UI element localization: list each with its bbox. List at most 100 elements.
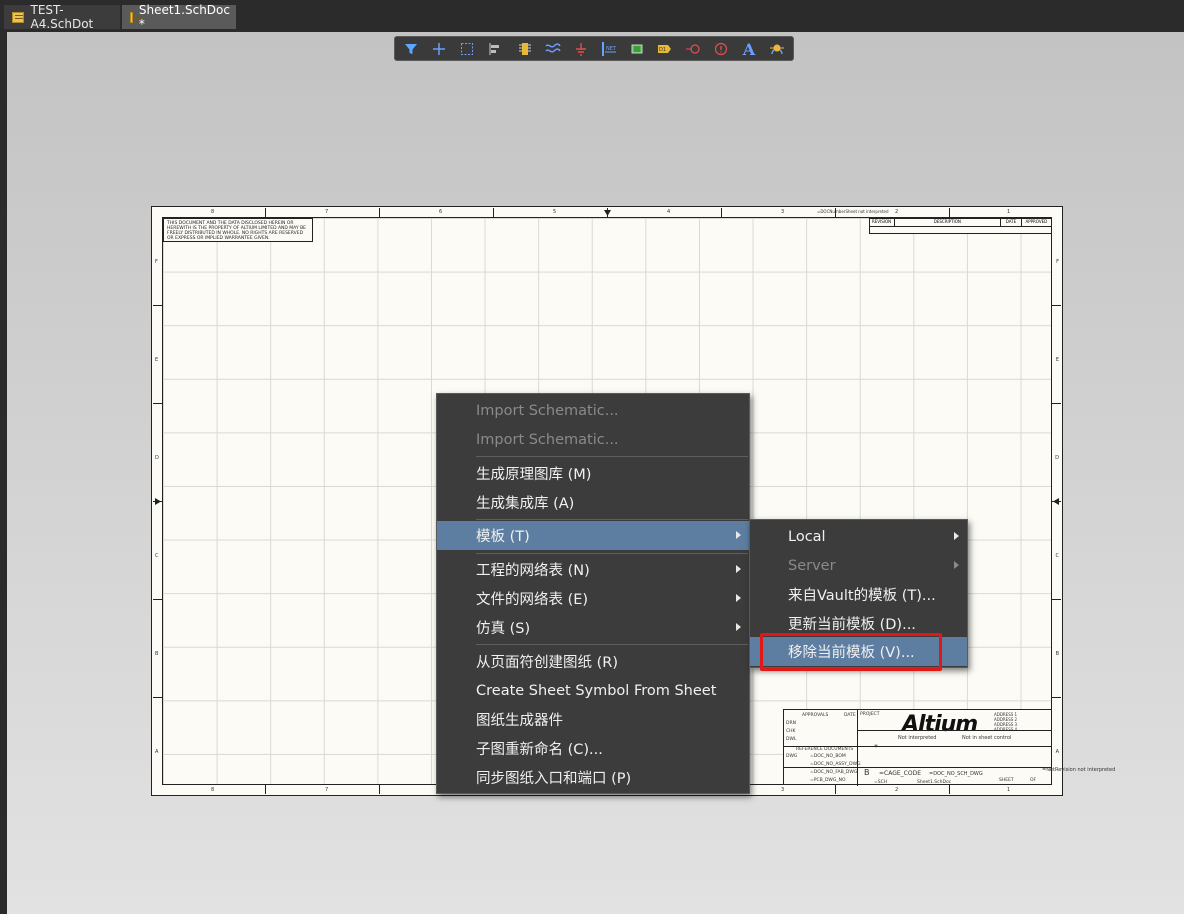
zone-label: A [1055, 749, 1059, 755]
date-header: DATE [844, 713, 856, 718]
place-part-icon[interactable] [515, 40, 535, 58]
zone-label: A [155, 749, 159, 755]
tab-label: Sheet1.SchDoc * [138, 3, 230, 31]
zone-label: 4 [667, 209, 671, 215]
menu-item-create-sheet-symbol[interactable]: Create Sheet Symbol From Sheet [437, 676, 749, 705]
text-icon[interactable]: A [739, 40, 759, 59]
zone-label: F [1056, 259, 1059, 265]
rev-col: APPROVED [1025, 219, 1048, 224]
rev-col: REVISION [870, 219, 895, 226]
menu-item-simulate[interactable]: 仿真 (S) [437, 613, 749, 642]
submenu-arrow-icon [736, 623, 741, 631]
center-marker-icon [155, 498, 161, 505]
submenu-item-vault-template[interactable]: 来自Vault的模板 (T)... [750, 580, 967, 609]
net-revision-param: =NetRevision not interpreted [1042, 767, 1116, 773]
zone-label: 8 [211, 209, 215, 215]
submenu-arrow-icon [736, 594, 741, 602]
menu-item-import-schematic-2[interactable]: Import Schematic... [437, 425, 749, 454]
rev-col: DATE [1001, 219, 1022, 226]
context-menu: Import Schematic... Import Schematic... … [436, 393, 750, 794]
tb-row-label: DRN [786, 721, 796, 726]
cage-param: =CAGE_CODE [879, 770, 921, 777]
menu-item-rename-child-sheet[interactable]: 子图重新命名 (C)... [437, 734, 749, 763]
select-rectangle-icon[interactable] [457, 40, 477, 58]
place-net-label-icon[interactable] [767, 39, 787, 57]
power-port-icon[interactable] [571, 40, 591, 58]
zone-label: 6 [439, 209, 443, 215]
center-marker-icon [1053, 498, 1059, 505]
active-bar-toolbar: NET D1 A [394, 36, 794, 61]
zone-label: 2 [895, 209, 899, 215]
zone-label: 7 [325, 787, 329, 793]
directive-icon[interactable] [711, 40, 731, 58]
doc-number-param: =DOCNumberSheet not interpreted [817, 209, 889, 214]
submenu-arrow-icon [736, 531, 741, 539]
menu-item-import-schematic[interactable]: Import Schematic... [437, 396, 749, 425]
svg-text:NET: NET [606, 46, 617, 52]
menu-item-sync-sheet-entries[interactable]: 同步图纸入口和端口 (P) [437, 763, 749, 792]
tab-test-a4-schdot[interactable]: TEST-A4.SchDot [4, 3, 120, 31]
title-value: * [874, 743, 878, 752]
menu-item-create-sheet-from-symbol[interactable]: 从页面符创建图纸 (R) [437, 647, 749, 676]
reference-docs: REFERENCE DOCUMENTS [796, 747, 854, 752]
zone-label: B [1055, 651, 1059, 657]
parameter-icon[interactable] [683, 40, 703, 58]
zone-label: 2 [895, 787, 899, 793]
tb-row-label: DWG [786, 754, 798, 759]
altium-logo: Altium [902, 712, 978, 737]
submenu-arrow-icon [954, 532, 959, 540]
zone-label: 7 [325, 209, 329, 215]
sheet-label: SHEET [999, 778, 1014, 783]
menu-item-sheet-to-component[interactable]: 图纸生成器件 [437, 705, 749, 734]
zone-label: B [155, 651, 159, 657]
tb-row-label: DWL [786, 737, 797, 742]
zone-label: D [155, 455, 159, 461]
zone-label: 8 [211, 787, 215, 793]
tab-sheet1-schdoc[interactable]: Sheet1.SchDoc * [122, 3, 236, 31]
highlight-annotation-box [760, 633, 942, 671]
project-label: PROJECT [860, 712, 880, 717]
zone-label: C [155, 553, 159, 559]
submenu-item-local[interactable]: Local [750, 522, 967, 551]
zone-label: 3 [781, 787, 785, 793]
schematic-doc-icon [130, 11, 141, 23]
place-bus-icon[interactable] [543, 40, 563, 58]
zone-label: F [155, 259, 158, 265]
bom-param: =DOC_NO_BOM [810, 754, 846, 759]
filter-icon[interactable] [401, 40, 421, 58]
menu-item-templates[interactable]: 模板 (T) [437, 521, 749, 550]
harness-icon[interactable]: NET [599, 40, 619, 58]
sheet-symbol-icon[interactable] [627, 40, 647, 58]
submenu-item-server[interactable]: Server [750, 551, 967, 580]
schematic-doc-icon [12, 11, 25, 23]
menu-item-make-schematic-library[interactable]: 生成原理图库 (M) [437, 459, 749, 488]
zone-label: 1 [1007, 209, 1011, 215]
scale-param: =SCH [874, 780, 888, 785]
document-tab-bar: TEST-A4.SchDot Sheet1.SchDoc * [0, 0, 1184, 32]
zone-label: 5 [553, 209, 557, 215]
submenu-arrow-icon [736, 565, 741, 573]
pcb-param: =PCB_DWG_NO [810, 778, 846, 783]
zone-label: 3 [781, 209, 785, 215]
menu-item-document-netlist[interactable]: 文件的网络表 (E) [437, 584, 749, 613]
menu-item-project-netlist[interactable]: 工程的网络表 (N) [437, 555, 749, 584]
of-label: OF [1030, 778, 1037, 783]
cross-probe-icon[interactable] [429, 40, 449, 58]
approvals-header: APPROVALS [802, 713, 829, 718]
project-revision: Not interpreted [898, 735, 937, 741]
dwg-no-param: =DOC_NO_SCH_DWG [929, 771, 983, 777]
zone-label: C [1055, 553, 1060, 559]
zone-label: 1 [1007, 787, 1011, 793]
zone-label: E [1055, 357, 1059, 363]
svg-text:D1: D1 [659, 47, 666, 53]
zone-label: D [1055, 455, 1059, 461]
rev-col: DESCRIPTION [895, 219, 1002, 226]
fab-param: =DOC_NO_FAB_DWG [810, 770, 858, 775]
doc-revision: Not in sheet control [962, 735, 1012, 741]
align-icon[interactable] [485, 40, 505, 58]
title-block: APPROVALS DATE DRN CHK DWL DWG PROJECT A… [783, 709, 1052, 786]
menu-item-make-integrated-library[interactable]: 生成集成库 (A) [437, 488, 749, 517]
port-icon[interactable]: D1 [655, 40, 675, 58]
tb-row-label: CHK [786, 729, 796, 734]
ownership-notice: THIS DOCUMENT AND THE DATA DISCLOSED HER… [163, 218, 313, 242]
